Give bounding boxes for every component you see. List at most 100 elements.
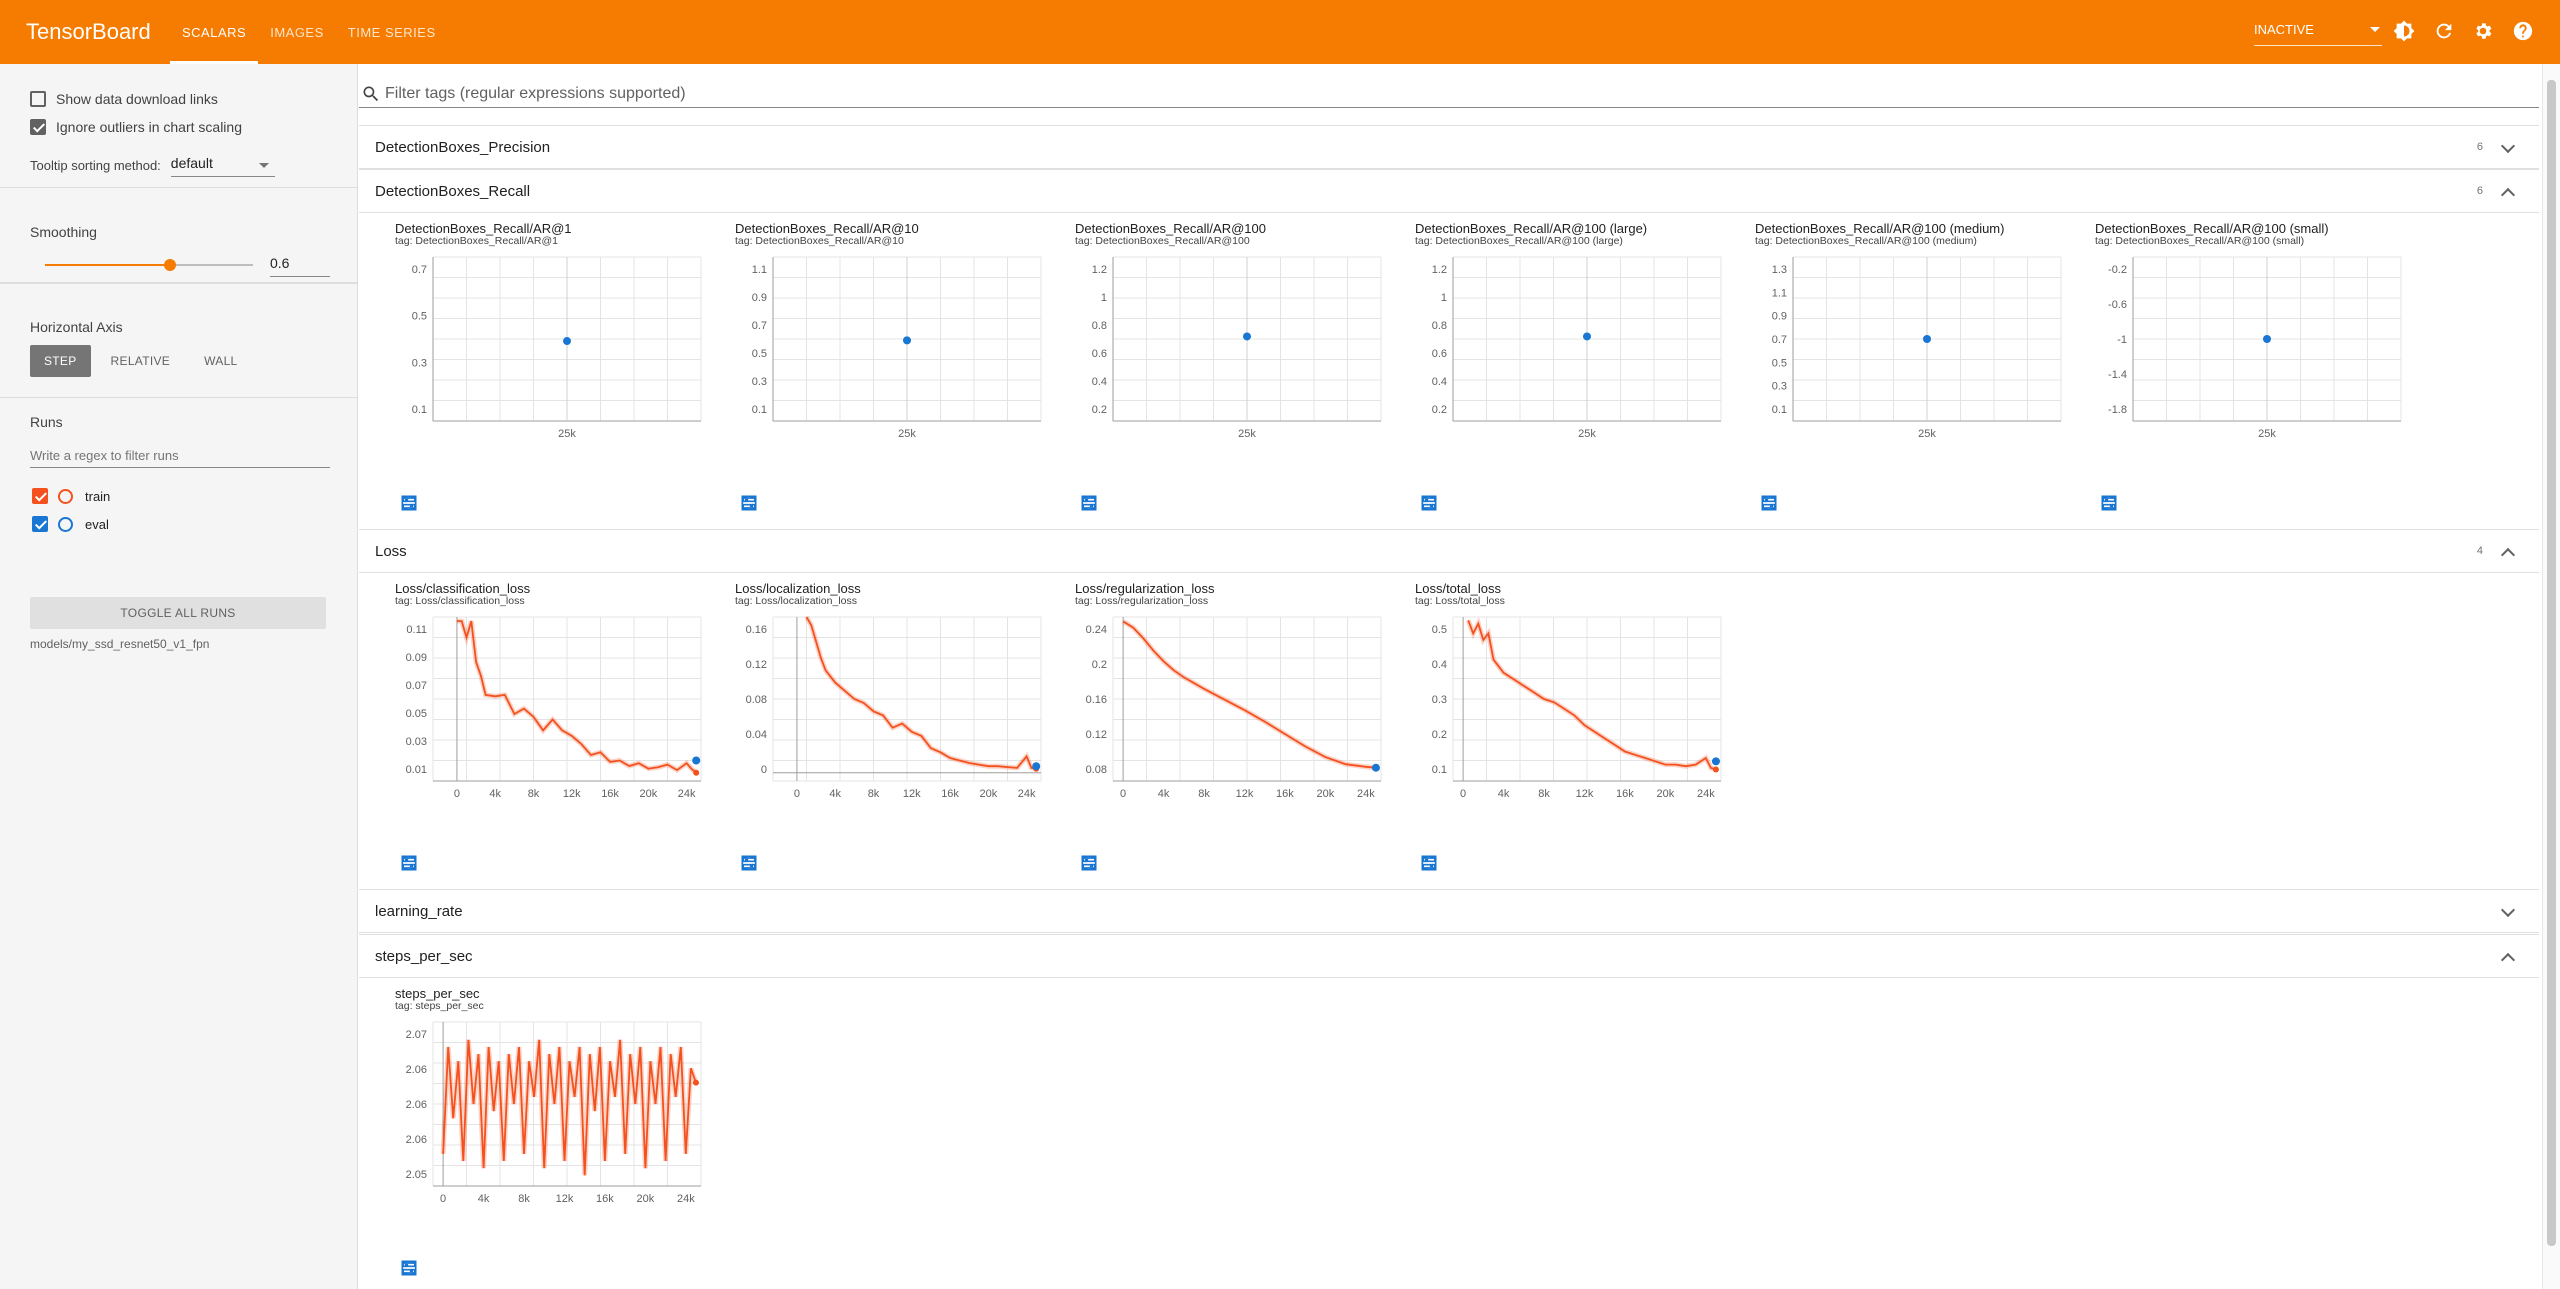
y-tick-label: 0.3 xyxy=(1432,694,1447,706)
x-tick-label: 25k xyxy=(1918,428,1936,440)
x-tick-label: 12k xyxy=(563,788,581,800)
chart-card: DetectionBoxes_Recall/AR@10 tag: Detectio… xyxy=(713,213,1043,511)
runs-filter-input[interactable]: Write a regex to filter runs xyxy=(30,442,330,468)
smoothing-slider-thumb[interactable] xyxy=(163,259,176,271)
series-raw-line xyxy=(1121,619,1377,771)
run-eval-checkbox[interactable] xyxy=(32,516,48,532)
chart-tag: tag: DetectionBoxes_Recall/AR@10 xyxy=(735,235,904,247)
tab-scalars[interactable]: SCALARS xyxy=(170,0,259,64)
group-header-loss[interactable]: Loss 4 xyxy=(359,529,2539,573)
y-tick-label: -1.8 xyxy=(2108,404,2127,416)
help-icon[interactable] xyxy=(2512,20,2534,42)
main-scrollbar[interactable] xyxy=(2542,64,2560,1289)
haxis-relative-button[interactable]: RELATIVE xyxy=(97,345,185,377)
refresh-icon[interactable] xyxy=(2433,20,2455,42)
fit-domain-icon[interactable] xyxy=(739,853,759,873)
fit-domain-icon[interactable] xyxy=(1759,493,1779,513)
ignore-outliers-checkbox[interactable]: Ignore outliers in chart scaling xyxy=(30,113,327,141)
tag-filter-input[interactable]: Filter tags (regular expressions support… xyxy=(359,80,2539,108)
group-title: steps_per_sec xyxy=(375,947,473,965)
settings-icon[interactable] xyxy=(2472,20,2494,42)
chevron-up-icon[interactable] xyxy=(2500,547,2516,563)
y-tick-label: 0.3 xyxy=(1772,381,1787,393)
chart-plot[interactable]: 0.7 0.5 0.3 0.1 25k xyxy=(373,249,703,449)
fit-domain-icon[interactable] xyxy=(1419,853,1439,873)
tab-time-series[interactable]: TIME SERIES xyxy=(336,0,448,64)
group-header-learning-rate[interactable]: learning_rate xyxy=(359,889,2539,933)
chevron-up-icon[interactable] xyxy=(2500,952,2516,968)
y-tick-label: 0.8 xyxy=(1432,320,1447,332)
chevron-down-icon[interactable] xyxy=(2500,138,2516,154)
checkbox-box[interactable] xyxy=(30,119,46,135)
x-tick-label: 12k xyxy=(1576,788,1594,800)
chevron-down-icon[interactable] xyxy=(2500,902,2516,918)
brightness-icon[interactable] xyxy=(2393,20,2415,42)
y-tick-label: 0.24 xyxy=(1086,624,1107,636)
fit-domain-icon[interactable] xyxy=(2099,493,2119,513)
chart-card: DetectionBoxes_Recall/AR@1 tag: Detection… xyxy=(373,213,703,511)
fit-domain-icon[interactable] xyxy=(1419,493,1439,513)
fit-domain-icon[interactable] xyxy=(1079,493,1099,513)
run-train-row[interactable]: train xyxy=(32,482,110,510)
group-header-detectionboxes-precision[interactable]: DetectionBoxes_Precision 6 xyxy=(359,125,2539,169)
chart-tag: tag: DetectionBoxes_Recall/AR@100 (mediu… xyxy=(1755,235,1977,247)
series-line xyxy=(1467,619,1717,771)
y-tick-label: 0.11 xyxy=(406,624,427,636)
tab-images[interactable]: IMAGES xyxy=(258,0,336,64)
chart-card: Loss/localization_loss tag: Loss/localiza… xyxy=(713,573,1043,871)
show-download-links-checkbox[interactable]: Show data download links xyxy=(30,85,327,113)
fit-domain-icon[interactable] xyxy=(1079,853,1099,873)
group-header-detectionboxes-recall[interactable]: DetectionBoxes_Recall 6 xyxy=(359,169,2539,213)
chart-plot[interactable]: 1.3 1.1 0.9 0.7 0.5 0.3 0.1 25k xyxy=(1733,249,2063,449)
y-tick-label: 0.3 xyxy=(752,376,767,388)
chart-plot[interactable]: 1.2 1 0.8 0.6 0.4 0.2 25k xyxy=(1053,249,1383,449)
x-tick-label: 8k xyxy=(1538,788,1550,800)
chart-plot[interactable]: 0.16 0.12 0.08 0.04 0 0 4k 8k 12k 16k 20k 24k xyxy=(713,609,1043,809)
fit-domain-icon[interactable] xyxy=(739,493,759,513)
y-tick-label: 0.5 xyxy=(412,311,427,323)
chart-plot[interactable]: -0.2 -0.6 -1 -1.4 -1.8 25k xyxy=(2073,249,2403,449)
y-tick-label: 0.7 xyxy=(752,320,767,332)
chart-plot[interactable]: 0.5 0.4 0.3 0.2 0.1 0 4k 8k 12k 16k 20k 24k xyxy=(1393,609,1723,809)
data-point xyxy=(563,337,571,346)
x-tick-label: 12k xyxy=(1236,788,1254,800)
tooltip-sorting-select[interactable]: default xyxy=(170,153,275,177)
x-tick-label: 24k xyxy=(1697,788,1715,800)
y-tick-label: 0.08 xyxy=(1086,764,1107,776)
y-tick-label: 0.3 xyxy=(412,357,427,369)
data-point xyxy=(903,336,911,345)
run-eval-row[interactable]: eval xyxy=(32,510,109,538)
group-count: 4 xyxy=(2476,545,2483,557)
toggle-all-runs-button[interactable]: TOGGLE ALL RUNS xyxy=(30,597,326,629)
x-tick-label: 24k xyxy=(678,788,696,800)
fit-domain-icon[interactable] xyxy=(399,853,419,873)
x-tick-label: 12k xyxy=(556,1193,574,1205)
fit-domain-icon[interactable] xyxy=(399,493,419,513)
run-color-circle-icon[interactable] xyxy=(58,516,73,532)
y-tick-label: 0.01 xyxy=(406,764,427,776)
chart-plot[interactable]: 2.07 2.06 2.06 2.06 2.05 0 4k 8k 12k 16k 20k 24k xyxy=(373,1014,703,1214)
haxis-wall-button[interactable]: WALL xyxy=(190,345,251,377)
chart-plot[interactable]: 0.11 0.09 0.07 0.05 0.03 0.01 0 4k 8k 12k 16k 20k 24… xyxy=(373,609,703,809)
data-point xyxy=(1923,335,1931,343)
run-color-circle-icon[interactable] xyxy=(58,488,73,504)
chart-card: Loss/regularization_loss tag: Loss/regula… xyxy=(1053,573,1383,871)
scrollbar-thumb[interactable] xyxy=(2547,80,2556,1246)
x-tick-label: 0 xyxy=(454,788,460,800)
series-line xyxy=(805,616,1037,770)
reload-status-select[interactable]: INACTIVE xyxy=(2254,14,2382,46)
chevron-up-icon[interactable] xyxy=(2500,187,2516,203)
y-tick-label: 0.9 xyxy=(1772,311,1787,323)
tooltip-sorting-value: default xyxy=(170,155,213,171)
checkbox-box[interactable] xyxy=(30,91,46,107)
fit-domain-icon[interactable] xyxy=(399,1258,419,1278)
smoothing-value-input[interactable]: 0.6 xyxy=(270,251,330,277)
haxis-step-button[interactable]: STEP xyxy=(30,345,91,377)
chart-plot[interactable]: 1.2 1 0.8 0.6 0.4 0.2 25k xyxy=(1393,249,1723,449)
run-train-checkbox[interactable] xyxy=(32,488,48,504)
group-header-steps-per-sec[interactable]: steps_per_sec xyxy=(359,934,2539,978)
chart-plot[interactable]: 1.1 0.9 0.7 0.5 0.3 0.1 25k xyxy=(713,249,1043,449)
x-tick-label: 4k xyxy=(489,788,501,800)
x-tick-label: 20k xyxy=(1657,788,1675,800)
chart-plot[interactable]: 0.24 0.2 0.16 0.12 0.08 0 4k 8k 12k 16k 20k 24k xyxy=(1053,609,1383,809)
